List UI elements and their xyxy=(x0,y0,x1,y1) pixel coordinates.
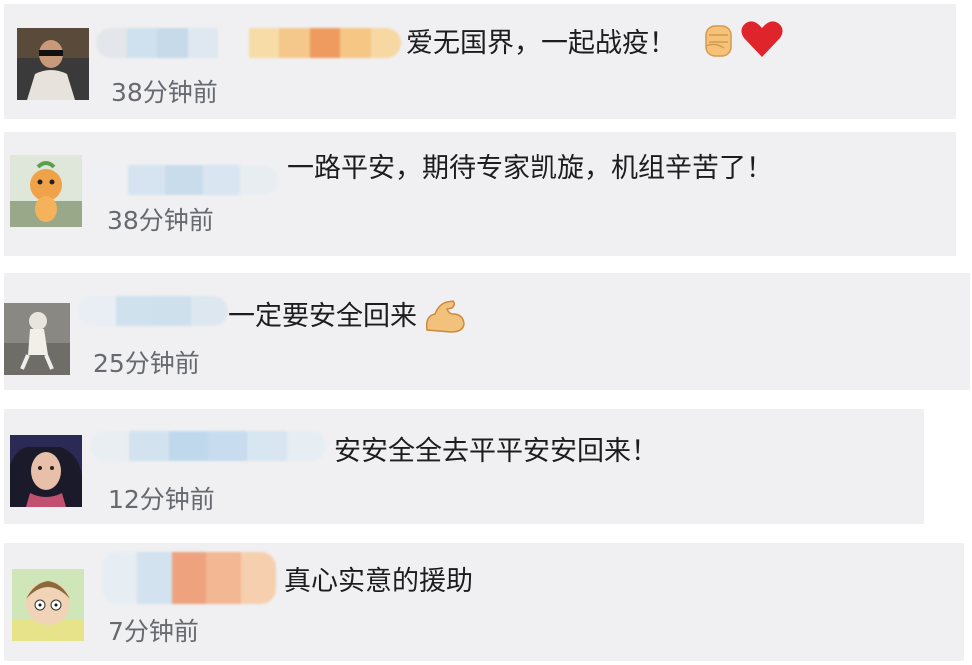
comment-text: 一路平安，期待专家凯旋，机组辛苦了！ xyxy=(287,153,773,184)
avatar[interactable] xyxy=(4,303,70,375)
timestamp: 38分钟前 xyxy=(111,78,218,107)
avatar[interactable] xyxy=(17,28,89,100)
username-blurred[interactable] xyxy=(90,431,326,461)
avatar-image xyxy=(10,155,82,227)
avatar[interactable] xyxy=(10,155,82,227)
avatar-image xyxy=(10,435,82,507)
raised-fist-icon xyxy=(705,25,732,57)
comment-card: 一路平安，期待专家凯旋，机组辛苦了！ 38分钟前 xyxy=(4,132,956,256)
avatar[interactable] xyxy=(12,569,84,641)
comment-text: 爱无国界，一起战疫！ xyxy=(406,28,676,59)
comment-text: 真心实意的援助 xyxy=(284,566,473,597)
comment-card: 爱无国界，一起战疫！ 38分钟前 xyxy=(4,4,956,119)
username-blurred[interactable] xyxy=(90,165,278,195)
username-blurred[interactable] xyxy=(96,28,401,58)
timestamp: 7分钟前 xyxy=(108,617,199,646)
username-blurred[interactable] xyxy=(78,296,228,326)
comment-card: 一定要安全回来 25分钟前 xyxy=(4,273,970,390)
timestamp: 38分钟前 xyxy=(107,206,214,235)
flexed-biceps-icon xyxy=(425,300,465,333)
comment-text: 安安全全去平平安安回来！ xyxy=(334,436,658,467)
comment-card: 安安全全去平平安安回来！ 12分钟前 xyxy=(4,409,924,524)
comment-text: 一定要安全回来 xyxy=(228,301,417,332)
timestamp: 25分钟前 xyxy=(93,349,200,378)
avatar-image xyxy=(4,303,70,375)
username-blurred[interactable] xyxy=(102,552,276,604)
red-heart-icon xyxy=(741,21,783,57)
avatar-image xyxy=(17,28,89,100)
timestamp: 12分钟前 xyxy=(108,485,215,514)
comment-card: 真心实意的援助 7分钟前 xyxy=(4,543,964,661)
avatar-image xyxy=(12,569,84,641)
avatar[interactable] xyxy=(10,435,82,507)
